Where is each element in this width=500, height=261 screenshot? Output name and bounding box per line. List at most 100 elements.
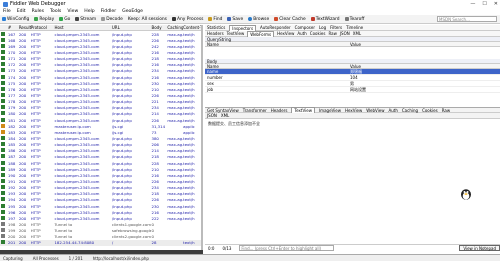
col-result[interactable]: Result	[19, 25, 31, 30]
clear-cache-button[interactable]: Clear Cache	[274, 17, 306, 22]
table-row[interactable]: 190 200 HTTP cloud.pmpm.2345.com/input.php 2…	[0, 172, 201, 178]
resp-tab-webview[interactable]: WebView	[366, 108, 384, 113]
col-caching[interactable]: Caching	[167, 25, 183, 30]
req-tab-webforms[interactable]: WebForms	[247, 30, 275, 37]
table-row[interactable]: 185 200 HTTP cloud.pmpm.2345.com/input.php 2…	[0, 142, 201, 148]
table-row[interactable]: 201 200 HTTP 182.254.44.74:8080 / 28 text/h	[0, 239, 201, 246]
table-row[interactable]: 192 200 HTTP cloud.pmpm.2345.com/input.php 2…	[0, 185, 201, 191]
table-row[interactable]: 168 200 HTTP cloud.pmpm.2345.com/input.php 2…	[0, 37, 201, 43]
table-row[interactable]: 169 200 HTTP cloud.pmpm.2345.com/input.php 2…	[0, 43, 201, 49]
table-row[interactable]: 180 200 HTTP cloud.pmpm.2345.com/input.php 2…	[0, 111, 201, 117]
menu-rules[interactable]: Rules	[32, 9, 44, 14]
resp-tab-json[interactable]: JSON	[207, 113, 217, 118]
stream-button[interactable]: Stream	[75, 17, 96, 22]
table-row[interactable]: 167 200 HTTP cloud.pmpm.2345.com/input.php 2…	[0, 31, 201, 37]
resp-tab-imageview[interactable]: ImageView	[319, 108, 341, 113]
table-row[interactable]: 186 200 HTTP cloud.pmpm.2345.com/input.php 2…	[0, 148, 201, 154]
col-url[interactable]: URL	[112, 25, 152, 30]
menu-tools[interactable]: Tools	[50, 9, 61, 14]
menu-geoedge[interactable]: GeoEdge	[122, 9, 143, 14]
table-row[interactable]: 179 200 HTTP cloud.pmpm.2345.com/input.php 2…	[0, 105, 201, 111]
resp-tab-caching[interactable]: Caching	[402, 108, 418, 113]
save-button[interactable]: Save	[227, 17, 243, 22]
find-input[interactable]: Find... (press Ctrl+Enter to highlight a…	[239, 245, 335, 251]
close-button[interactable]: ✕	[494, 1, 498, 7]
find-button[interactable]: Find	[208, 17, 222, 22]
col-content-type[interactable]: Content-Type	[183, 25, 201, 30]
resp-tab-hexview[interactable]: HexView	[345, 108, 362, 113]
col-body[interactable]: Body	[151, 25, 167, 30]
go-button[interactable]: Go	[59, 17, 70, 22]
row-host: 182.254.44.74:8080	[54, 240, 95, 246]
req-tab-auth[interactable]: Auth	[297, 31, 306, 36]
keep-sessions-dropdown[interactable]: Keep: All sessions	[128, 17, 167, 22]
table-row[interactable]: 196 200 HTTP cloud.pmpm.2345.com/input.php 2…	[0, 209, 201, 215]
process-filter[interactable]: All Processes	[33, 256, 59, 261]
req-tab-textview[interactable]: TextView	[227, 31, 245, 36]
table-row[interactable]: 188 200 HTTP cloud.pmpm.2345.com/input.php 2…	[0, 160, 201, 166]
table-row[interactable]: 194 200 HTTP cloud.pmpm.2345.com/input.php 2…	[0, 197, 201, 203]
row-result: 200	[18, 203, 27, 209]
stream-icon	[75, 17, 80, 21]
msdn-search-input[interactable]: MSDN Search...	[437, 16, 497, 22]
table-row[interactable]: 171 200 HTTP cloud.pmpm.2345.com/input.php 2…	[0, 56, 201, 62]
replay-button[interactable]: Replay	[34, 17, 54, 22]
tab-statistics[interactable]: Statistics	[207, 25, 225, 30]
tearoff-button[interactable]: Tearoff	[344, 17, 364, 22]
capturing-indicator[interactable]: Capturing	[3, 256, 23, 261]
response-body-text[interactable]: 数据提交、员工信息添加不全	[205, 119, 500, 129]
resp-tab-syntaxview[interactable]: Get SyntaxView	[207, 108, 239, 113]
table-row[interactable]: 173 200 HTTP cloud.pmpm.2345.com/input.php 2…	[0, 68, 201, 74]
resp-tab-headers[interactable]: Headers	[271, 108, 288, 113]
table-row[interactable]: 193 200 HTTP cloud.pmpm.2345.com/input.php 2…	[0, 191, 201, 197]
resp-tab-textview[interactable]: TextView	[291, 107, 315, 113]
tab-timeline[interactable]: Timeline	[346, 25, 363, 30]
session-list: # Result Protocol Host URL Body Caching …	[0, 25, 203, 250]
table-row[interactable]: 174 200 HTTP cloud.pmpm.2345.com/input.php 2…	[0, 74, 201, 80]
table-row[interactable]: 195 200 HTTP cloud.pmpm.2345.com/input.php 2…	[0, 203, 201, 209]
tab-filters[interactable]: Filters	[330, 25, 342, 30]
maximize-button[interactable]: ☐	[482, 1, 486, 7]
req-tab-json[interactable]: JSON	[340, 31, 350, 36]
menu-view[interactable]: View	[67, 9, 78, 14]
table-row[interactable]: 184 200 HTTP cloud.pmpm.2345.com/input.php 3…	[0, 135, 201, 141]
table-row[interactable]: 181 200 HTTP cloud.pmpm.2345.com/input.php 2…	[0, 117, 201, 123]
resp-tab-raw[interactable]: Raw	[442, 108, 450, 113]
minimize-button[interactable]: —	[470, 1, 475, 7]
table-row[interactable]: 172 200 HTTP cloud.pmpm.2345.com/input.php 2…	[0, 62, 201, 68]
resp-tab-auth[interactable]: Auth	[389, 108, 398, 113]
table-row[interactable]: 175 200 HTTP cloud.pmpm.2345.com/input.php 2…	[0, 80, 201, 86]
table-row[interactable]: 191 200 HTTP cloud.pmpm.2345.com/input.php 2…	[0, 178, 201, 184]
tab-composer[interactable]: Composer	[295, 25, 315, 30]
req-tab-xml[interactable]: XML	[353, 31, 361, 36]
winconfig-button[interactable]: WinConfig	[2, 17, 29, 22]
col-host[interactable]: Host	[54, 25, 111, 30]
resp-tab-xml[interactable]: XML	[221, 113, 229, 118]
req-tab-hexview[interactable]: HexView	[277, 31, 294, 36]
table-row[interactable]: 177 200 HTTP cloud.pmpm.2345.com/input.php 2…	[0, 92, 201, 98]
req-tab-raw[interactable]: Raw	[328, 31, 336, 36]
table-row[interactable]: 176 200 HTTP cloud.pmpm.2345.com/input.php 2…	[0, 86, 201, 92]
menu-file[interactable]: File	[3, 9, 11, 14]
tab-log[interactable]: Log	[319, 25, 326, 30]
req-tab-headers[interactable]: Headers	[207, 31, 224, 36]
menu-fiddler[interactable]: Fiddler	[101, 9, 116, 14]
decode-button[interactable]: Decode	[101, 17, 123, 22]
table-row[interactable]: 178 200 HTTP cloud.pmpm.2345.com/input.php 2…	[0, 99, 201, 105]
col-protocol[interactable]: Protocol	[31, 25, 55, 30]
menu-edit[interactable]: Edit	[17, 9, 26, 14]
table-row[interactable]: 197 200 HTTP cloud.pmpm.2345.com/input.php 2…	[0, 215, 201, 221]
col-number[interactable]: #	[8, 25, 19, 30]
tab-autoresponder[interactable]: AutoResponder	[260, 25, 291, 30]
resp-tab-transformer[interactable]: Transformer	[243, 108, 267, 113]
any-process-button[interactable]: Any Process	[171, 17, 203, 22]
view-in-notepad-button[interactable]: View in Notepad	[459, 245, 500, 251]
table-row[interactable]: 189 200 HTTP cloud.pmpm.2345.com/input.php 2…	[0, 166, 201, 172]
table-row[interactable]: 187 200 HTTP cloud.pmpm.2345.com/input.php 2…	[0, 154, 201, 160]
browse-button[interactable]: Browse	[248, 17, 269, 22]
table-row[interactable]: 170 200 HTTP cloud.pmpm.2345.com/input.php 2…	[0, 49, 201, 55]
req-tab-cookies[interactable]: Cookies	[310, 31, 326, 36]
resp-tab-cookies[interactable]: Cookies	[422, 108, 438, 113]
menu-help[interactable]: Help	[84, 9, 94, 14]
textwizard-button[interactable]: TextWizard	[310, 17, 340, 22]
